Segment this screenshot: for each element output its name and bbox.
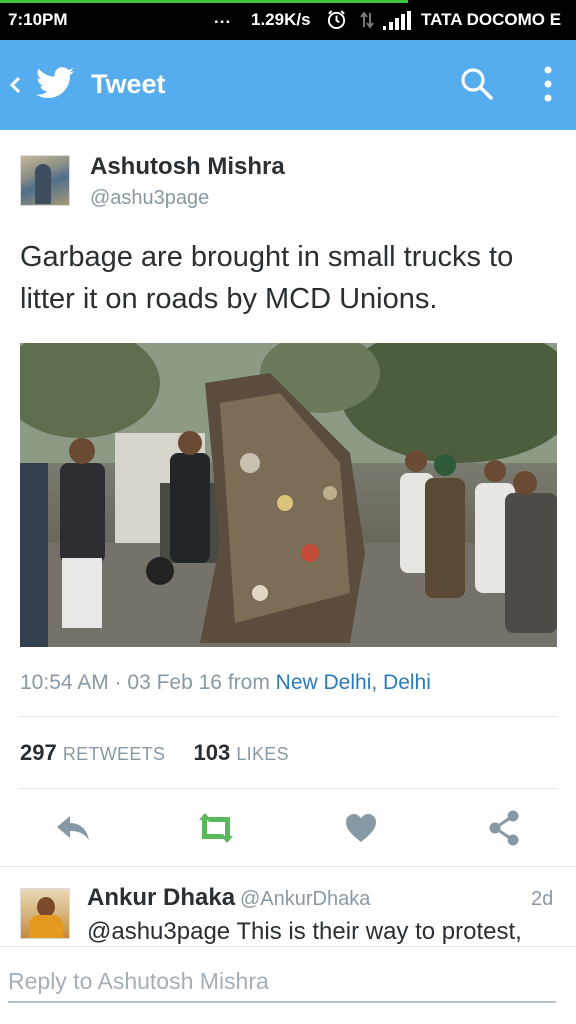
back-icon[interactable] xyxy=(8,70,22,100)
reply-author-handle[interactable]: @AnkurDhaka xyxy=(240,888,370,911)
twitter-bird-icon[interactable] xyxy=(36,67,74,99)
status-time: 7:10PM xyxy=(8,10,68,29)
signal-icon xyxy=(383,11,411,30)
network-speed: 1.29K/s xyxy=(251,10,311,29)
tweet-photo[interactable] xyxy=(20,343,557,647)
carrier-name: TATA DOCOMO E xyxy=(421,10,562,29)
author-name[interactable]: Ashutosh Mishra xyxy=(90,153,285,181)
app-header: Tweet xyxy=(0,40,576,130)
status-dots: ... xyxy=(214,8,232,27)
likes-label[interactable]: LIKES xyxy=(236,744,289,764)
retweets-count[interactable]: 297 xyxy=(20,740,57,765)
divider xyxy=(20,716,557,717)
reply-author-name[interactable]: Ankur Dhaka xyxy=(87,884,235,912)
share-icon[interactable] xyxy=(487,808,521,848)
location-link[interactable]: New Delhi, Delhi xyxy=(276,671,431,694)
divider xyxy=(20,788,557,789)
retweet-icon[interactable] xyxy=(193,808,239,848)
author-handle[interactable]: @ashu3page xyxy=(90,187,209,210)
heart-icon[interactable] xyxy=(343,808,379,848)
search-icon[interactable] xyxy=(460,67,494,101)
reply-time: 2d xyxy=(531,888,554,910)
data-transfer-icon xyxy=(360,11,374,29)
reply-input[interactable] xyxy=(8,965,556,1003)
from-label: from xyxy=(227,671,270,694)
reply-avatar[interactable] xyxy=(20,888,70,939)
likes-count[interactable]: 103 xyxy=(194,740,231,765)
page-title: Tweet xyxy=(91,69,166,99)
divider xyxy=(0,866,576,867)
status-progress-line xyxy=(0,0,408,3)
reply-icon[interactable] xyxy=(54,808,92,848)
more-vert-icon[interactable] xyxy=(538,65,558,103)
tweet-text: Garbage are brought in small trucks to l… xyxy=(20,241,514,315)
tweet-stats: 297 RETWEETS 103 LIKES xyxy=(20,740,289,766)
status-bar: 7:10PM ... 1.29K/s TATA DOCOMO E xyxy=(0,0,576,40)
tweet-timestamp: 10:54 AM · 03 Feb 16 xyxy=(20,671,222,694)
retweets-label[interactable]: RETWEETS xyxy=(63,744,165,764)
reply-text[interactable]: @ashu3page This is their way to protest, xyxy=(87,918,522,946)
alarm-icon xyxy=(327,10,346,30)
reply-composer xyxy=(0,946,576,1024)
author-avatar[interactable] xyxy=(20,155,70,206)
tweet-meta: 10:54 AM · 03 Feb 16 from New Delhi, Del… xyxy=(20,671,431,695)
